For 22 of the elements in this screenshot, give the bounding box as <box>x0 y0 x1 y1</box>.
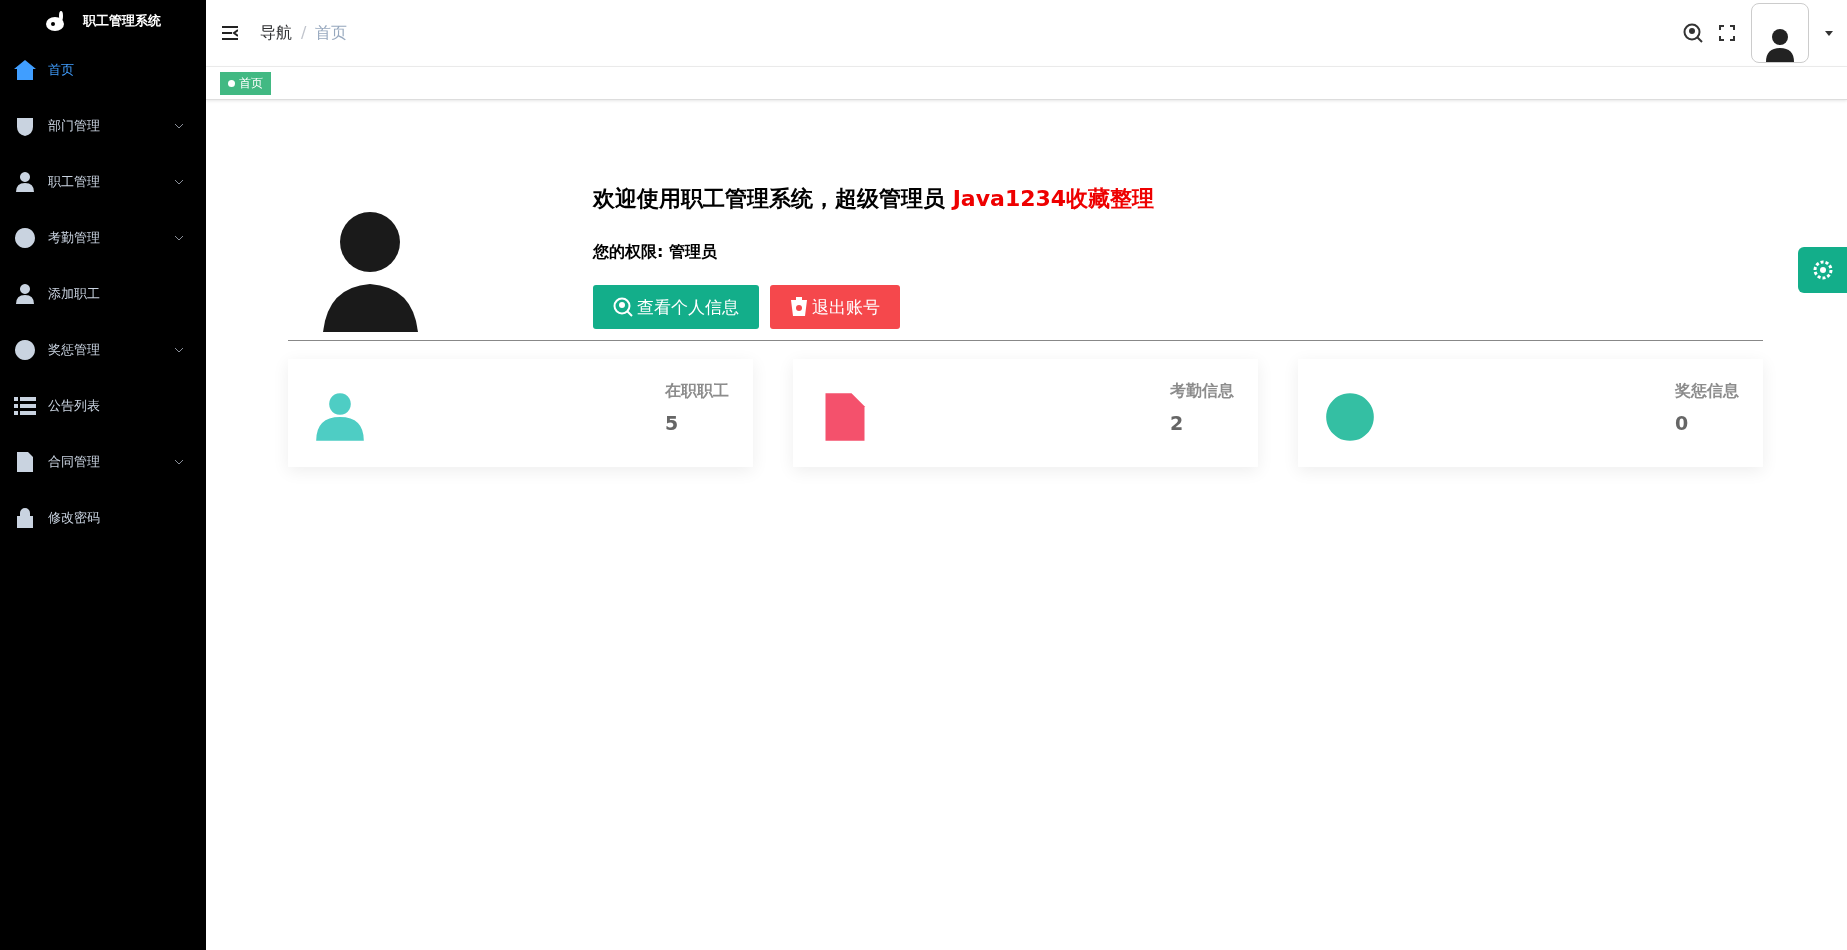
breadcrumb-item: 首页 <box>315 22 348 44</box>
menu-item[interactable]: 职工管理 <box>0 154 206 210</box>
stat-label: 在职职工 <box>665 381 729 402</box>
menu-item[interactable]: 合同管理 <box>0 434 206 490</box>
welcome-heading: 欢迎使用职工管理系统，超级管理员 Java1234收藏整理 <box>593 185 1155 213</box>
stat-value: 5 <box>665 412 680 434</box>
stat-value: 2 <box>1170 412 1185 434</box>
menu-item[interactable]: 添加职工 <box>0 266 206 322</box>
app-title: 职工管理系统 <box>83 12 161 30</box>
breadcrumb-item[interactable]: 导航 <box>260 22 292 44</box>
menu-item[interactable]: 修改密码 <box>0 490 206 546</box>
permission-text: 您的权限: 管理员 <box>593 242 717 263</box>
stat-label: 考勤信息 <box>1170 381 1234 402</box>
breadcrumb-separator: / <box>301 22 307 44</box>
menu-item[interactable]: 考勤管理 <box>0 210 206 266</box>
menu-item[interactable]: 公告列表 <box>0 378 206 434</box>
menu-item[interactable]: 奖惩管理 <box>0 322 206 378</box>
logout-button[interactable]: 退出账号 <box>770 285 900 329</box>
menu-item[interactable]: 首页 <box>0 42 206 98</box>
menu-item[interactable]: 部门管理 <box>0 98 206 154</box>
stat-value: 0 <box>1675 412 1690 434</box>
stat-label: 奖惩信息 <box>1675 381 1739 402</box>
